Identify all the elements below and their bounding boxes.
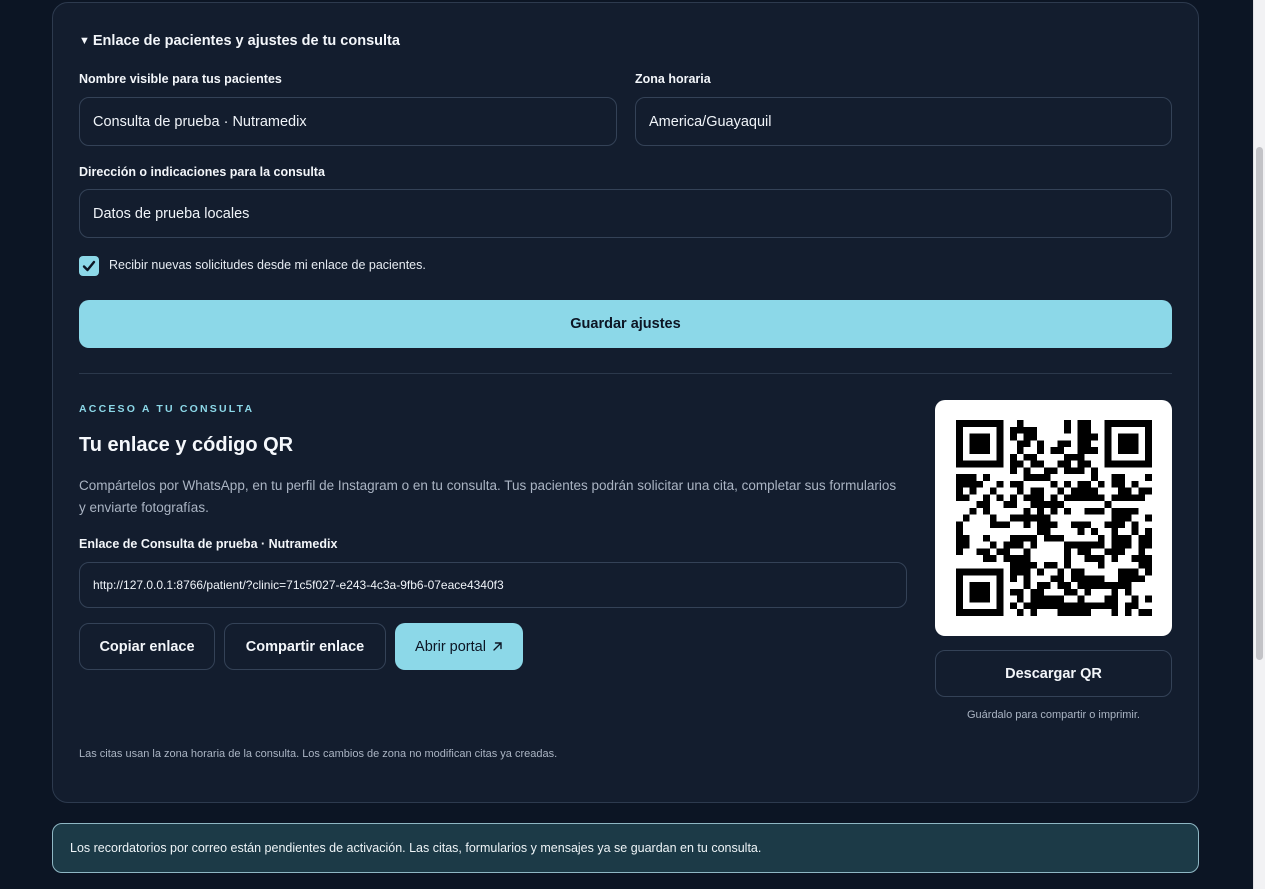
timezone-input[interactable] bbox=[635, 97, 1172, 146]
clinic-settings-card: ▼ Enlace de pacientes y ajustes de tu co… bbox=[52, 2, 1199, 803]
settings-disclosure[interactable]: ▼ Enlace de pacientes y ajustes de tu co… bbox=[79, 33, 400, 49]
page: ▼ Enlace de pacientes y ajustes de tu co… bbox=[0, 0, 1265, 889]
accept-requests-checkbox[interactable] bbox=[79, 256, 99, 276]
scrollbar-thumb[interactable] bbox=[1256, 147, 1263, 660]
patient-link-input[interactable] bbox=[79, 562, 907, 608]
copy-link-button[interactable]: Copiar enlace bbox=[79, 623, 215, 670]
timezone-label: Zona horaria bbox=[635, 72, 711, 86]
display-name-input[interactable] bbox=[79, 97, 617, 146]
open-portal-label: Abrir portal bbox=[415, 638, 486, 655]
timezone-note: Las citas usan la zona horaria de la con… bbox=[79, 748, 558, 760]
settings-summary-label: Enlace de pacientes y ajustes de tu cons… bbox=[92, 33, 400, 49]
address-label: Dirección o indicaciones para la consult… bbox=[79, 165, 325, 179]
checkmark-icon bbox=[82, 260, 96, 272]
email-reminder-notice: Los recordatorios por correo están pendi… bbox=[52, 823, 1199, 873]
display-name-label: Nombre visible para tus pacientes bbox=[79, 72, 282, 86]
share-link-button[interactable]: Compartir enlace bbox=[224, 623, 386, 670]
open-portal-button[interactable]: Abrir portal bbox=[395, 623, 523, 670]
caret-down-icon: ▼ bbox=[79, 35, 90, 47]
download-qr-button[interactable]: Descargar QR bbox=[935, 650, 1172, 697]
save-settings-button[interactable]: Guardar ajustes bbox=[79, 300, 1172, 348]
arrow-up-right-icon bbox=[493, 642, 502, 651]
qr-hint: Guárdalo para compartir o imprimir. bbox=[966, 709, 1140, 721]
scrollbar[interactable] bbox=[1253, 0, 1265, 889]
qr-code bbox=[935, 400, 1172, 636]
section-divider bbox=[79, 373, 1172, 374]
qr-code-icon bbox=[955, 420, 1152, 616]
link-label: Enlace de Consulta de prueba · Nutramedi… bbox=[79, 537, 338, 551]
access-title: Tu enlace y código QR bbox=[79, 434, 294, 456]
address-input[interactable] bbox=[79, 189, 1172, 238]
access-description: Compártelos por WhatsApp, en tu perfil d… bbox=[79, 478, 897, 515]
notice-text: Los recordatorios por correo están pendi… bbox=[70, 841, 762, 855]
access-eyebrow: ACCESO A TU CONSULTA bbox=[79, 403, 255, 415]
accept-requests-label[interactable]: Recibir nuevas solicitudes desde mi enla… bbox=[109, 258, 426, 272]
